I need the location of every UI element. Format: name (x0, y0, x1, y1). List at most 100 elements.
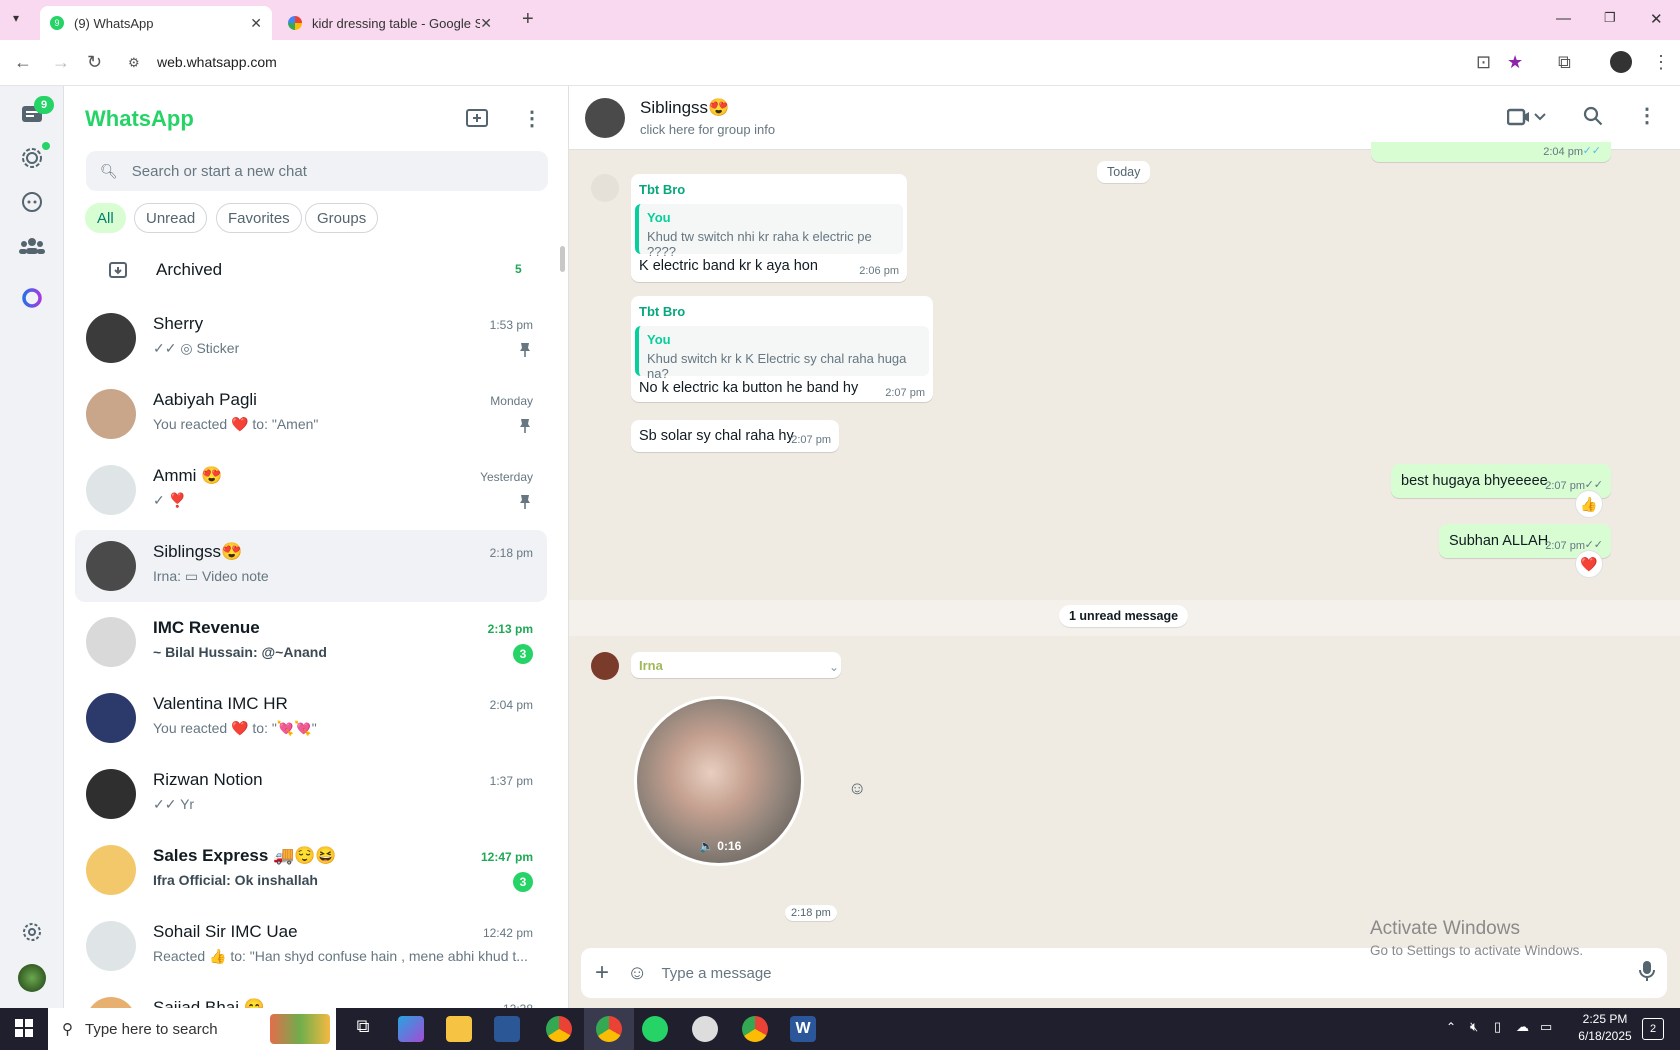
scrollbar[interactable] (560, 246, 565, 272)
quoted-message[interactable]: You Khud tw switch nhi kr raha k electri… (635, 204, 903, 259)
message-bubble-in[interactable]: Tbt Bro You Khud tw switch nhi kr raha k… (631, 174, 907, 282)
volume-icon[interactable]: 🔇︎ (1470, 1019, 1478, 1035)
copilot-icon[interactable] (398, 1016, 424, 1042)
chat-list-item[interactable]: Sohail Sir IMC Uae Reacted 👍 to: "Han shy… (75, 910, 547, 982)
restore-icon[interactable]: ❐ (1604, 10, 1616, 26)
filter-all[interactable]: All (85, 203, 126, 233)
contact-avatar[interactable] (86, 997, 136, 1008)
profile-avatar[interactable] (1610, 51, 1632, 73)
menu-icon[interactable]: ⋮ (522, 106, 542, 131)
taskbar-clock[interactable]: 2:25 PM 6/18/2025 (1570, 1012, 1640, 1043)
chat-menu-icon[interactable]: ⋮ (1637, 103, 1657, 128)
channels-icon[interactable] (18, 188, 46, 216)
chat-time: 1:53 pm (489, 318, 533, 332)
communities-icon[interactable] (18, 232, 46, 260)
meta-ai-icon[interactable] (18, 284, 46, 312)
message-bubble-in[interactable]: Sb solar sy chal raha hy 2:07 pm (631, 420, 839, 452)
reload-icon[interactable]: ↻ (87, 52, 102, 73)
forward-icon[interactable]: → (52, 52, 70, 73)
whatsapp-icon[interactable] (642, 1016, 668, 1042)
contact-avatar[interactable] (86, 541, 136, 591)
chrome-icon[interactable] (742, 1016, 768, 1042)
sender-avatar[interactable] (591, 174, 619, 202)
group-title[interactable]: Siblingss😍 (640, 98, 729, 118)
reaction-thumbs-icon[interactable]: 👍 (1575, 490, 1603, 518)
tab-google[interactable]: kidr dressing table - Google Se ✕ (278, 6, 502, 40)
back-icon[interactable]: ← (14, 52, 32, 73)
extensions-icon[interactable]: ⧉ (1558, 52, 1571, 73)
message-bubble-out[interactable]: best hugaya bhyeeeee 2:07 pm ✓✓ (1391, 464, 1611, 498)
chrome-icon[interactable] (546, 1016, 572, 1042)
video-call-icon[interactable] (1506, 108, 1547, 131)
message-text: K electric band kr k aya hon (639, 258, 818, 274)
app-icon[interactable] (494, 1016, 520, 1042)
bookmark-star-icon[interactable]: ★ (1507, 52, 1523, 73)
battery-icon[interactable]: ▯ (1494, 1019, 1501, 1035)
close-tab-icon[interactable]: ✕ (250, 15, 262, 32)
taskbar-search[interactable]: ⚲ Type here to search (48, 1008, 336, 1050)
emoji-sticker-icon[interactable]: ☺ (627, 962, 647, 985)
message-bubble-in[interactable]: Tbt Bro You Khud switch kr k K Electric … (631, 296, 933, 402)
chat-list-item[interactable]: IMC Revenue ~ Bilal Hussain: @~Anand 2:13 … (75, 606, 547, 678)
video-note-player[interactable]: 🔈 0:16 (634, 696, 804, 866)
url-field[interactable]: web.whatsapp.com (157, 54, 277, 70)
chat-list-item[interactable]: Ammi 😍 ✓ ❣️ Yesterday (75, 454, 547, 526)
clock-app-icon[interactable] (692, 1016, 718, 1042)
chat-list-item[interactable]: Valentina IMC HR You reacted ❤️ to: "💘💘" 2… (75, 682, 547, 754)
weather-icon[interactable]: ☁ (1516, 1019, 1529, 1035)
contact-avatar[interactable] (86, 617, 136, 667)
site-info-icon[interactable]: ⚙ (128, 55, 140, 71)
contact-avatar[interactable] (86, 921, 136, 971)
chat-preview: Reacted 👍 to: "Han shyd confuse hain , m… (153, 948, 528, 964)
conversation-header[interactable]: Siblingss😍 click here for group info ⋮ (569, 86, 1680, 150)
emoji-react-icon[interactable]: ☺ (848, 778, 866, 799)
chat-list-item[interactable]: Rizwan Notion ✓✓ Yr 1:37 pm (75, 758, 547, 830)
filter-favorites[interactable]: Favorites (216, 203, 302, 233)
search-chat-icon[interactable] (1583, 106, 1603, 131)
chat-list-item[interactable]: Sales Express 🚚😌😆 Ifra Official: Ok insha… (75, 834, 547, 906)
file-explorer-icon[interactable] (446, 1016, 472, 1042)
contact-avatar[interactable] (86, 389, 136, 439)
microphone-icon[interactable] (1639, 960, 1655, 987)
install-app-icon[interactable]: ⊡ (1476, 52, 1491, 73)
tray-chevron-icon[interactable]: ⌃ (1446, 1020, 1456, 1034)
archived-row[interactable]: Archived 5 (64, 246, 568, 296)
sender-avatar[interactable] (591, 652, 619, 680)
contact-avatar[interactable] (86, 693, 136, 743)
chat-list-item[interactable]: Sherry ✓✓ ◎ Sticker 1:53 pm (75, 302, 547, 374)
close-window-icon[interactable]: ✕ (1650, 10, 1663, 28)
chat-list-item[interactable]: Aabiyah Pagli You reacted ❤️ to: "Amen" Mo… (75, 378, 547, 450)
filter-unread[interactable]: Unread (134, 203, 208, 233)
network-icon[interactable]: ▭ (1540, 1019, 1552, 1035)
word-icon[interactable]: W (790, 1016, 816, 1042)
browser-menu-icon[interactable]: ⋮ (1652, 52, 1670, 73)
contact-avatar[interactable] (86, 465, 136, 515)
filter-groups[interactable]: Groups (305, 203, 379, 233)
chat-list-item[interactable]: Sajjad Bhai 😊12:38 (75, 986, 547, 1008)
tab-whatsapp[interactable]: 9 (9) WhatsApp ✕ (40, 6, 272, 40)
group-avatar[interactable] (585, 98, 625, 138)
task-view-icon[interactable]: ⧉ (350, 1016, 376, 1042)
contact-avatar[interactable] (86, 769, 136, 819)
notification-center-icon[interactable]: 2 (1642, 1018, 1664, 1040)
chevron-down-icon[interactable]: ⌄ (829, 660, 839, 674)
new-tab-icon[interactable]: + (522, 8, 534, 31)
message-input[interactable]: Type a message (661, 965, 1639, 982)
tab-search-icon[interactable]: ▾ (13, 11, 19, 25)
contact-avatar[interactable] (86, 845, 136, 895)
quoted-message[interactable]: You Khud switch kr k K Electric sy chal … (635, 326, 929, 381)
chrome-icon[interactable] (596, 1016, 622, 1042)
message-bubble-out[interactable]: 2:04 pm ✓✓ (1371, 142, 1611, 162)
my-profile-avatar[interactable] (18, 964, 46, 992)
minimize-icon[interactable]: — (1556, 10, 1571, 27)
search-input[interactable]: 🔍︎ Search or start a new chat (86, 151, 548, 191)
contact-avatar[interactable] (86, 313, 136, 363)
chat-list-item[interactable]: Siblingss😍 Irna: ▭ Video note 2:18 pm (75, 530, 547, 602)
windows-start-icon[interactable] (15, 1019, 33, 1042)
reaction-heart-icon[interactable]: ❤️ (1575, 550, 1603, 578)
group-subtitle: click here for group info (640, 122, 776, 137)
attach-plus-icon[interactable]: + (595, 959, 609, 987)
new-chat-icon[interactable] (466, 108, 488, 133)
settings-icon[interactable] (18, 918, 46, 946)
close-tab-icon[interactable]: ✕ (480, 15, 492, 32)
